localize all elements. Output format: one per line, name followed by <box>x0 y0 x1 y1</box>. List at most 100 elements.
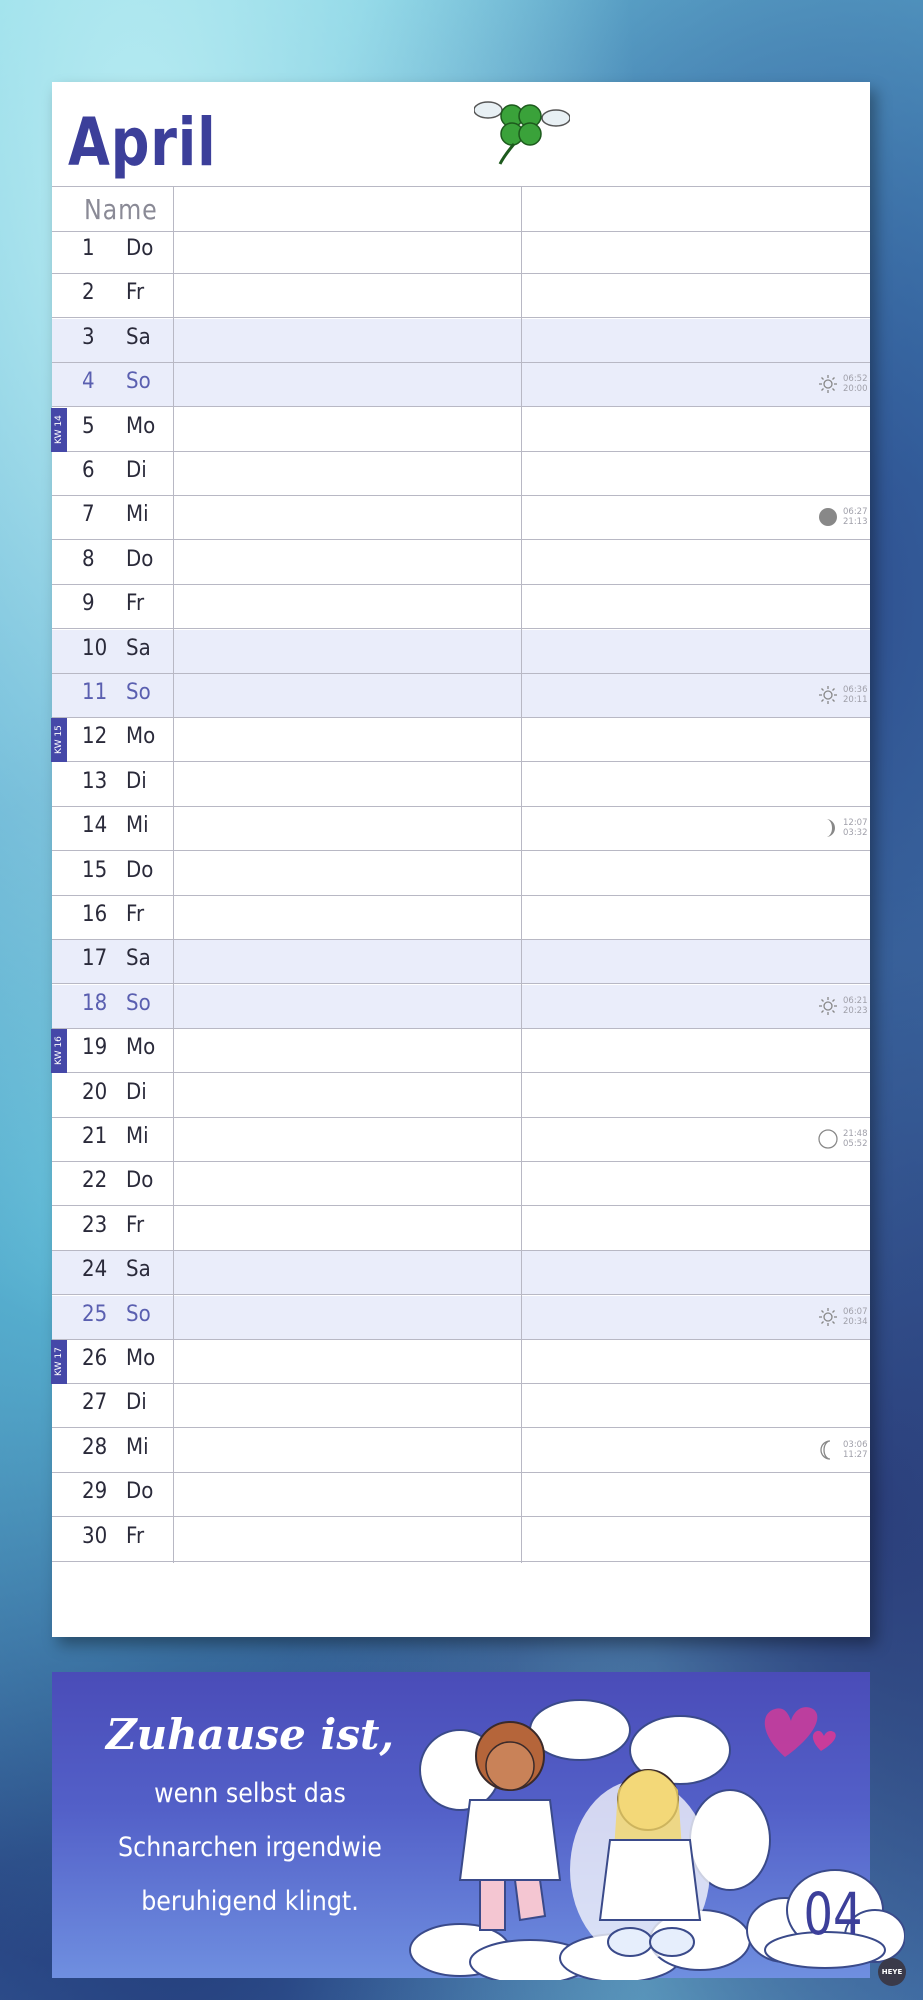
new-moon-icon <box>819 508 837 527</box>
astro-info: 06:27 21:13 <box>818 503 868 533</box>
day-number: 22 <box>82 1168 108 1194</box>
day-number: 12 <box>82 724 108 750</box>
astro-time-2: 20:11 <box>843 695 868 705</box>
day-number: 19 <box>82 1035 108 1061</box>
quote-line-1: Zuhause ist, <box>105 1710 395 1759</box>
weekday-label: Mo <box>126 1035 156 1061</box>
astro-time-2: 20:23 <box>843 1005 868 1016</box>
day-number: 2 <box>82 280 95 306</box>
day-row: 26 Mo KW 17 <box>51 1340 870 1384</box>
day-row: 15 Do <box>52 852 870 896</box>
weekday-label: Mo <box>126 724 156 750</box>
day-row: 8 Do <box>52 541 870 585</box>
day-number: 10 <box>82 635 108 661</box>
day-number: 20 <box>82 1079 108 1105</box>
day-row: 1 Do <box>52 230 870 274</box>
day-row: 23 Fr <box>52 1207 870 1251</box>
angels-illustration <box>409 1699 771 1980</box>
astro-info: 12:07 03:32 <box>818 814 868 844</box>
day-number: 5 <box>82 413 95 439</box>
day-number: 14 <box>82 813 108 839</box>
sun-icon <box>819 1307 837 1326</box>
day-number: 29 <box>82 1479 108 1505</box>
astro-time-1: 21:48 <box>843 1129 868 1139</box>
day-number: 30 <box>82 1523 108 1549</box>
day-number: 3 <box>82 324 95 350</box>
day-number: 18 <box>82 990 108 1016</box>
day-row: 4 So 06:52 20:00 <box>52 363 870 408</box>
day-row: 28 Mi 03:06 11:27 <box>52 1429 870 1473</box>
day-number: 9 <box>82 591 95 617</box>
astro-time-1: 06:52 <box>843 374 868 385</box>
day-row: 24 Sa <box>52 1251 870 1296</box>
astro-time-2: 05:52 <box>843 1139 868 1149</box>
weekday-label: Fr <box>126 1523 145 1549</box>
brand-logo: HEYE <box>878 1958 906 1986</box>
day-number: 8 <box>82 546 95 572</box>
sun-icon <box>819 686 837 704</box>
heart-icon <box>764 1707 836 1757</box>
quote-text: Zuhause ist, wenn selbst das Schnarchen … <box>70 1710 430 1929</box>
weekday-label: Do <box>126 1479 154 1505</box>
weekday-label: Sa <box>126 324 151 350</box>
astro-time-2: 20:34 <box>843 1316 868 1327</box>
day-number: 26 <box>82 1346 108 1371</box>
astro-info: 21:48 05:52 <box>818 1125 868 1155</box>
weekday-label: Mo <box>126 1346 156 1371</box>
weekday-label: Sa <box>126 1257 151 1283</box>
astro-info: 06:52 20:00 <box>818 370 868 400</box>
quote-line-2: wenn selbst das <box>154 1778 346 1809</box>
weekday-label: Do <box>126 546 154 572</box>
weekday-label: Sa <box>126 946 151 972</box>
weekday-label: So <box>126 680 151 705</box>
weekday-label: Do <box>126 1168 154 1194</box>
day-row: 19 Mo KW 16 <box>51 1029 870 1074</box>
quote-line-4: beruhigend klingt. <box>141 1886 359 1917</box>
day-number: 23 <box>82 1212 108 1238</box>
weekday-label: Do <box>126 236 154 261</box>
day-number: 13 <box>82 768 108 794</box>
waxing-moon-icon <box>826 819 835 838</box>
astro-time-1: 06:07 <box>843 1306 868 1317</box>
day-row: 29 Do <box>52 1473 870 1518</box>
calendar-week-badge: KW 16 <box>51 1029 67 1074</box>
astro-time-1: 12:07 <box>843 818 868 829</box>
day-number: 7 <box>82 502 95 528</box>
day-row: 17 Sa <box>52 940 870 985</box>
day-row: 6 Di <box>52 452 870 496</box>
weekday-label: Fr <box>126 280 145 306</box>
weekday-label: Mi <box>126 1434 149 1460</box>
weekday-label: So <box>126 369 151 395</box>
weekday-label: Do <box>126 857 154 883</box>
weekday-label: Di <box>126 1390 147 1416</box>
weekday-label: So <box>126 990 151 1016</box>
day-row: 7 Mi 06:27 21:13 <box>52 496 870 541</box>
page-number: 04 <box>803 1880 863 1948</box>
astro-time-1: 03:06 <box>843 1439 868 1450</box>
weekday-label: Mi <box>126 813 149 839</box>
astro-time-2: 11:27 <box>843 1449 868 1460</box>
day-row: 27 Di <box>52 1384 870 1429</box>
day-number: 25 <box>82 1301 108 1327</box>
day-number: 16 <box>82 902 108 927</box>
day-row: 16 Fr <box>52 896 870 940</box>
day-row: 22 Do <box>52 1162 870 1207</box>
astro-info: 06:21 20:23 <box>818 992 868 1022</box>
weekday-label: Fr <box>126 902 145 927</box>
weekday-label: Di <box>126 1079 147 1105</box>
astro-info: 06:07 20:34 <box>818 1303 868 1333</box>
day-number: 21 <box>82 1124 108 1149</box>
astro-info: 03:06 11:27 <box>818 1436 868 1466</box>
day-row: 21 Mi 21:48 05:52 <box>52 1118 870 1162</box>
day-number: 4 <box>82 369 95 395</box>
day-number: 24 <box>82 1257 108 1283</box>
weekday-label: Di <box>126 458 147 483</box>
day-number: 28 <box>82 1434 108 1460</box>
day-number: 1 <box>82 236 95 261</box>
astro-info: 06:36 20:11 <box>818 681 868 711</box>
weekday-label: So <box>126 1301 151 1327</box>
quote-line-3: Schnarchen irgendwie <box>118 1832 382 1863</box>
column-divider-1 <box>173 186 174 1563</box>
day-row: 14 Mi 12:07 03:32 <box>52 807 870 852</box>
weekday-label: Fr <box>126 591 145 617</box>
